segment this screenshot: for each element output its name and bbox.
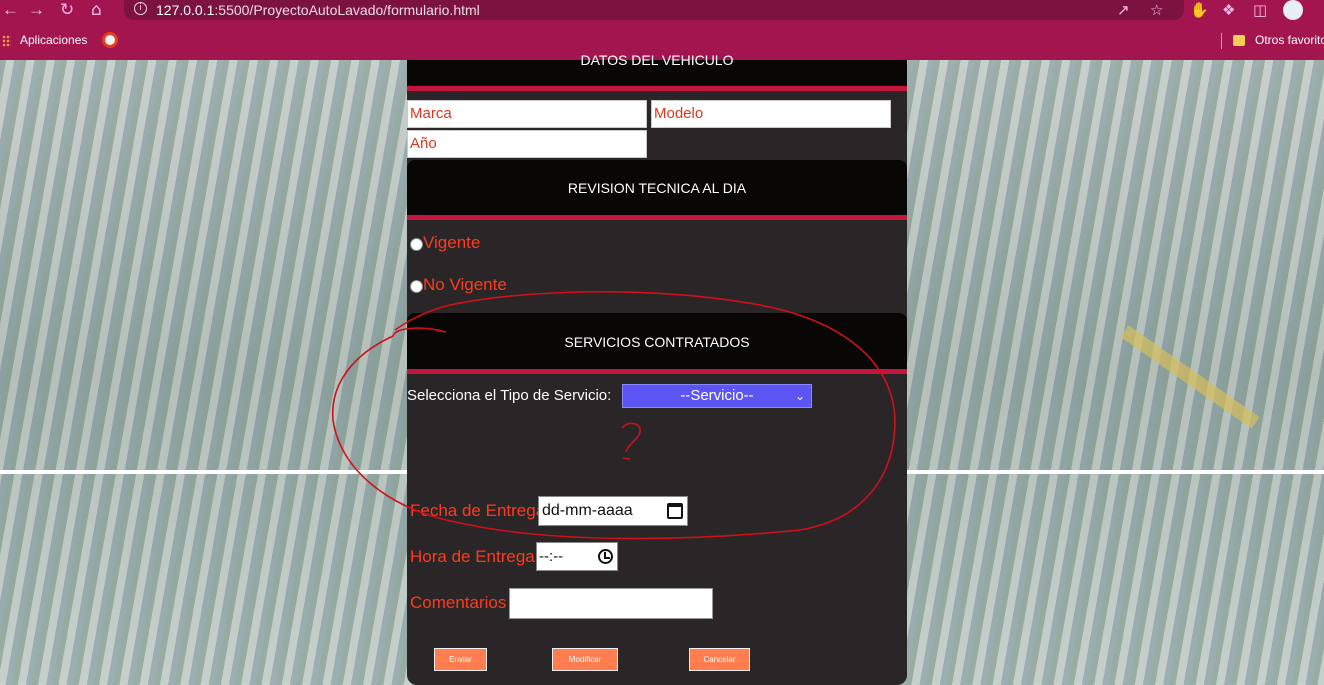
cancel-button[interactable]: Cancelar — [689, 648, 750, 671]
submit-button[interactable]: Enviar — [434, 648, 487, 671]
navigation-row: ← → ↻ ⌂ i 127.0.0.1:5500/ProyectoAutoLav… — [0, 0, 1324, 22]
services-section-title: SERVICIOS CONTRATADOS — [564, 334, 750, 350]
service-type-select[interactable]: --Servicio-- ⌄ — [622, 384, 812, 408]
folder-icon[interactable] — [1233, 35, 1245, 46]
other-bookmarks[interactable]: Otros favoritos — [1255, 33, 1324, 47]
section-accent-bar — [407, 215, 907, 220]
side-panel-icon[interactable]: ◫ — [1253, 1, 1267, 19]
service-selected-value: --Servicio-- — [680, 387, 754, 404]
puzzle-icon[interactable]: ❖ — [1222, 1, 1235, 19]
home-icon[interactable]: ⌂ — [91, 0, 102, 20]
delivery-time-value: --:-- — [539, 548, 564, 565]
radio-button[interactable] — [410, 238, 423, 251]
service-type-label: Selecciona el Tipo de Servicio: — [407, 387, 612, 404]
modify-button[interactable]: Modificar — [552, 648, 618, 671]
delivery-time-input[interactable]: --:-- — [536, 542, 618, 571]
url-host: 127.0.0.1 — [156, 2, 215, 18]
delivery-time-label: Hora de Entrega — [410, 547, 535, 566]
forward-arrow-icon[interactable]: → — [28, 0, 45, 20]
star-icon[interactable]: ☆ — [1150, 1, 1163, 19]
delivery-date-input[interactable]: dd-mm-aaaa — [538, 496, 688, 526]
info-icon[interactable]: i — [134, 2, 147, 15]
reload-icon[interactable]: ↻ — [60, 0, 74, 20]
clock-icon[interactable] — [598, 549, 613, 564]
revision-section-header: REVISION TECNICA AL DIA — [407, 160, 907, 215]
section-accent-bar — [407, 86, 907, 91]
delivery-date-label: Fecha de Entrega — [410, 501, 546, 520]
anio-input[interactable]: Año — [407, 130, 647, 158]
comments-label: Comentarios — [410, 593, 507, 612]
calendar-icon[interactable] — [667, 503, 683, 519]
revision-section-title: REVISION TECNICA AL DIA — [567, 180, 747, 196]
services-section-header: SERVICIOS CONTRATADOS — [407, 313, 907, 369]
apps-grid-icon[interactable] — [2, 35, 11, 47]
section-accent-bar — [407, 369, 907, 374]
share-icon[interactable]: ↗ — [1117, 1, 1130, 19]
extension-hand-icon[interactable]: ✋ — [1190, 1, 1209, 19]
url-text[interactable]: 127.0.0.1:5500/ProyectoAutoLavado/formul… — [156, 2, 480, 18]
profile-avatar-icon[interactable] — [1283, 0, 1303, 20]
bookmarks-bar: Aplicaciones Otros favoritos — [0, 30, 1324, 52]
marca-input[interactable]: Marca — [407, 100, 647, 128]
radio-button[interactable] — [410, 280, 423, 293]
bookmarks-separator — [1221, 33, 1222, 49]
radio-label: No Vigente — [423, 275, 507, 294]
radio-label: Vigente — [423, 233, 481, 252]
apps-bookmark[interactable]: Aplicaciones — [20, 33, 87, 47]
vehicle-section-header: DATOS DEL VEHICULO — [407, 52, 907, 86]
delivery-date-value: dd-mm-aaaa — [542, 502, 633, 519]
comments-input[interactable] — [509, 588, 713, 619]
modelo-input[interactable]: Modelo — [651, 100, 891, 128]
address-bar[interactable]: i 127.0.0.1:5500/ProyectoAutoLavado/form… — [124, 0, 1184, 20]
back-arrow-icon[interactable]: ← — [2, 0, 19, 20]
form-panel: DATOS DEL VEHICULO Marca Modelo Año REVI… — [407, 52, 907, 685]
vehicle-section-title: DATOS DEL VEHICULO — [580, 52, 734, 68]
chevron-down-icon: ⌄ — [794, 389, 805, 403]
url-path: :5500/ProyectoAutoLavado/formulario.html — [214, 2, 480, 18]
bookmark-favicon-icon[interactable] — [102, 32, 118, 48]
